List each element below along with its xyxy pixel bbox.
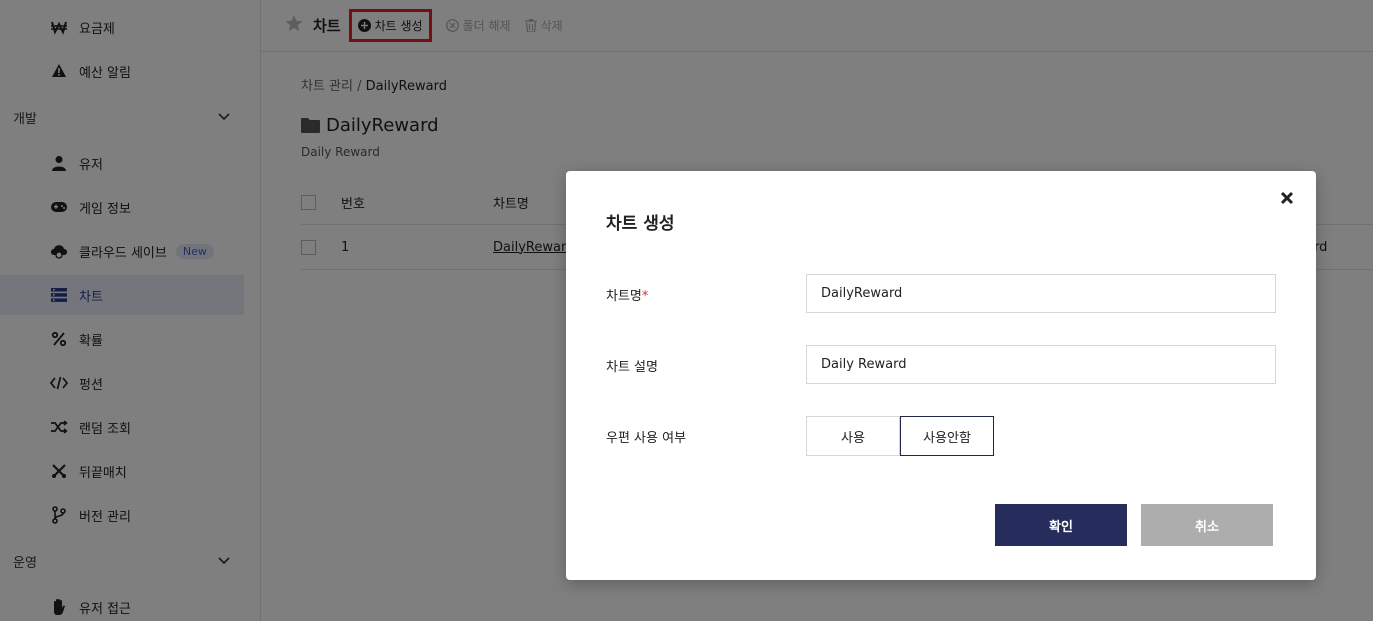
mail-use-option[interactable]: 사용 [806,416,900,456]
close-button[interactable] [1276,187,1298,209]
mail-unused-option[interactable]: 사용안함 [900,416,994,456]
chart-name-input[interactable] [806,274,1276,313]
confirm-button[interactable]: 확인 [995,504,1127,546]
modal-title: 차트 생성 [606,214,675,234]
chart-name-label-text: 차트명 [606,289,642,304]
create-chart-modal: 차트 생성 차트명* 차트 설명 우편 사용 여부 사용 사용안함 확인 취소 [566,171,1316,580]
chart-name-label: 차트명* [606,285,648,304]
mail-usage-toggle: 사용 사용안함 [806,416,994,456]
required-mark: * [641,289,649,304]
close-icon [1280,191,1294,205]
chart-desc-label: 차트 설명 [606,360,658,375]
mail-usage-label: 우편 사용 여부 [606,431,687,446]
cancel-button[interactable]: 취소 [1141,504,1273,546]
chart-desc-input[interactable] [806,345,1276,384]
